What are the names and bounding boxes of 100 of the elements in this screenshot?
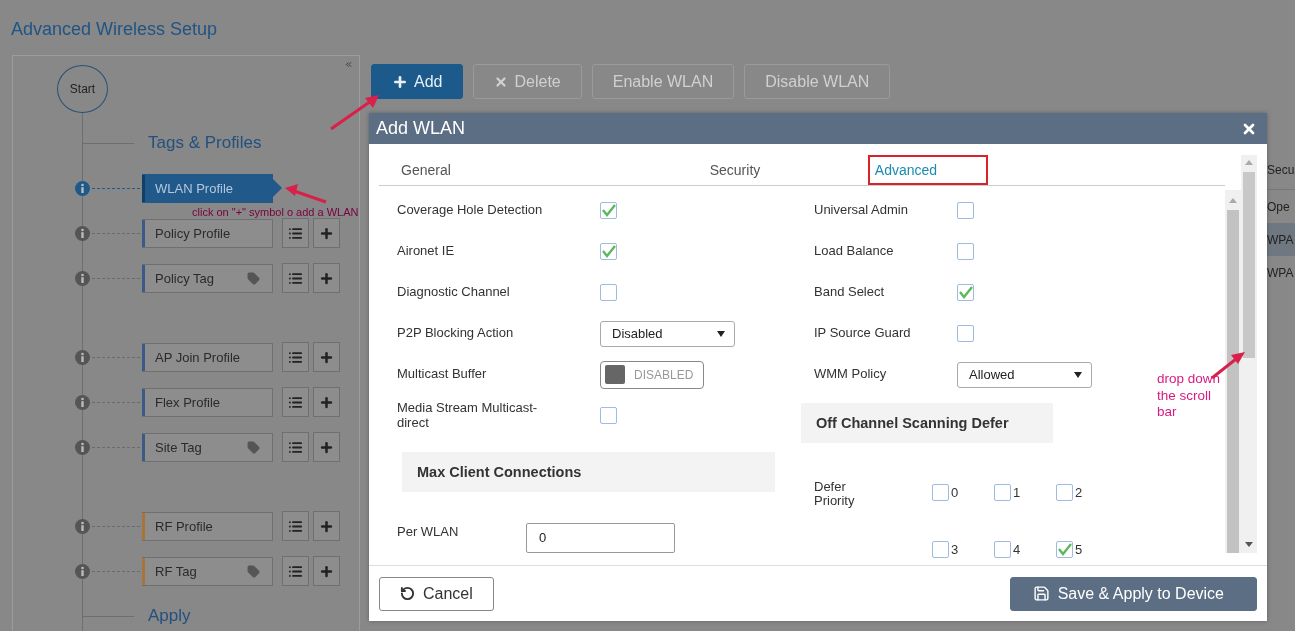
list-icon [288, 394, 303, 410]
list-button[interactable] [282, 556, 309, 586]
checkbox[interactable] [994, 484, 1011, 501]
list-icon [288, 518, 303, 534]
option-label: 2 [1075, 485, 1083, 500]
info-icon[interactable] [75, 563, 90, 579]
plus-icon [319, 270, 334, 286]
plus-icon [319, 225, 334, 241]
plus-icon [319, 563, 334, 579]
undo-icon [400, 586, 415, 601]
dialog-title: Add WLAN [376, 118, 466, 139]
table-cell: WPA [1266, 223, 1295, 256]
cancel-button[interactable]: Cancel [379, 576, 494, 611]
info-icon[interactable] [75, 270, 90, 286]
add-button[interactable] [313, 556, 340, 586]
tab[interactable]: Advanced [846, 155, 966, 185]
list-button[interactable] [282, 218, 309, 248]
option-label: 5 [1075, 542, 1083, 557]
section-header: Off Channel Scanning Defer [801, 403, 1053, 443]
plus-icon [319, 394, 334, 410]
wizard-step[interactable]: RF Tag [142, 556, 273, 586]
tag-icon [247, 564, 260, 578]
checkbox[interactable] [600, 407, 617, 424]
field-label: Multicast Buffer [397, 367, 488, 382]
info-icon[interactable] [75, 518, 90, 534]
checkbox[interactable] [957, 284, 974, 301]
add-button[interactable] [313, 263, 340, 293]
dropdown[interactable]: Allowed [957, 361, 1092, 388]
plus-icon [319, 349, 334, 365]
plus-icon [319, 439, 334, 455]
scrollbar[interactable] [1241, 155, 1257, 553]
info-icon[interactable] [75, 349, 90, 365]
list-icon [288, 270, 303, 286]
add-button[interactable] [313, 387, 340, 417]
info-icon[interactable] [75, 439, 90, 455]
wizard-step[interactable]: Site Tag [142, 432, 273, 462]
collapse-icon[interactable] [344, 60, 353, 69]
field-label: WMM Policy [814, 367, 888, 382]
field-label: P2P Blocking Action [397, 326, 515, 341]
info-icon[interactable] [75, 225, 90, 241]
wizard-step[interactable]: Policy Profile [142, 218, 273, 248]
checkbox[interactable] [932, 484, 949, 501]
plus-icon [319, 518, 334, 534]
scrollbar[interactable] [1225, 190, 1241, 553]
checkbox[interactable] [1056, 541, 1073, 558]
add-button[interactable] [313, 342, 340, 372]
save-button[interactable]: Save & Apply to Device [1009, 576, 1257, 611]
tag-icon [247, 271, 260, 285]
field-label: Coverage Hole Detection [397, 203, 544, 218]
wizard-step[interactable]: Policy Tag [142, 263, 273, 293]
list-icon [288, 439, 303, 455]
option-label: 1 [1013, 485, 1021, 500]
list-icon [288, 225, 303, 241]
tab[interactable]: General [379, 155, 624, 185]
list-icon [288, 563, 303, 579]
input-field[interactable]: 0 [526, 522, 675, 553]
wizard-step[interactable]: RF Profile [142, 511, 273, 541]
list-button[interactable] [282, 432, 309, 462]
close-icon [494, 74, 509, 89]
checkbox[interactable] [1056, 484, 1073, 501]
checkbox[interactable] [957, 325, 974, 342]
tag-icon [247, 440, 260, 454]
info-icon[interactable] [75, 394, 90, 410]
section-heading: Tags & Profiles [148, 133, 262, 153]
field-label: Aironet IE [397, 244, 456, 259]
section-header: Max Client Connections [402, 452, 775, 492]
field-label: Defer Priority [814, 480, 856, 511]
list-button[interactable] [282, 387, 309, 417]
checkbox[interactable] [600, 243, 617, 260]
table-cell-text: WPA [1266, 264, 1295, 282]
checkbox[interactable] [957, 202, 974, 219]
list-button[interactable] [282, 342, 309, 372]
field-label: Universal Admin [814, 203, 909, 218]
list-button[interactable] [282, 511, 309, 541]
tab[interactable]: Security [624, 155, 846, 185]
checkbox[interactable] [932, 541, 949, 558]
dropdown[interactable]: Disabled [600, 320, 735, 347]
field-label: IP Source Guard [814, 326, 912, 341]
info-icon[interactable] [75, 180, 90, 196]
add-button[interactable] [313, 432, 340, 462]
checkbox[interactable] [994, 541, 1011, 558]
option-label: 4 [1013, 542, 1021, 557]
wizard-step[interactable]: AP Join Profile [142, 342, 273, 372]
wizard-step[interactable]: Flex Profile [142, 387, 273, 417]
checkbox[interactable] [957, 243, 974, 260]
checkbox[interactable] [600, 284, 617, 301]
table-cell-text: Ope [1266, 198, 1291, 216]
field-label: Load Balance [814, 244, 895, 259]
plus-icon [392, 73, 408, 90]
add-button[interactable]: Add [371, 64, 464, 99]
pointer-icon [273, 179, 282, 197]
annotation-text: click on "+" symbol o add a WLAN [192, 205, 360, 219]
list-button[interactable] [282, 263, 309, 293]
option-label: 0 [951, 485, 959, 500]
add-button[interactable] [313, 511, 340, 541]
toggle-switch[interactable]: DISABLED [600, 360, 704, 389]
field-label: Band Select [814, 285, 886, 300]
checkbox[interactable] [600, 202, 617, 219]
add-button[interactable] [313, 218, 340, 248]
field-label: Media Stream Multicast-direct [397, 401, 539, 430]
